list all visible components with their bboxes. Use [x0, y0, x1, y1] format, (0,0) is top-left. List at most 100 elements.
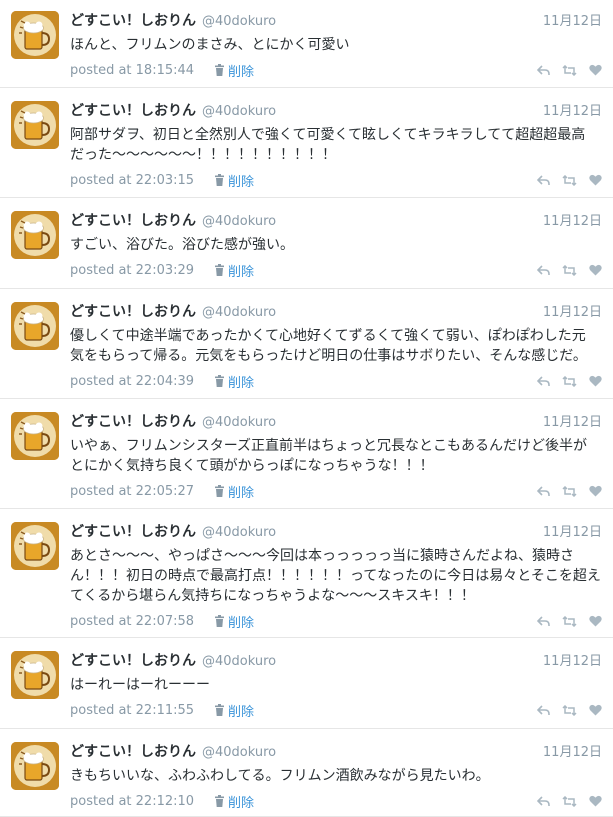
reply-icon[interactable]	[537, 704, 550, 716]
tweet-text-line: てくるから堪らん気持ちになっちゃうよな〜〜〜スキスキ！！！	[70, 588, 475, 604]
user-handle[interactable]: @40dokuro	[202, 104, 276, 119]
user-handle[interactable]: @40dokuro	[202, 214, 276, 229]
user-name[interactable]: どすこい！しおりん	[70, 210, 196, 230]
heart-icon[interactable]	[589, 64, 602, 76]
tweet-footer: posted at 22:04:39 削除	[70, 372, 602, 391]
tweet-date[interactable]: 11月12日	[543, 411, 602, 430]
user-handle[interactable]: @40dokuro	[202, 415, 276, 430]
avatar[interactable]	[11, 522, 59, 570]
delete-button[interactable]: 削除	[214, 792, 254, 811]
posted-time: posted at 22:11:55	[70, 702, 195, 718]
trash-icon	[214, 795, 228, 807]
delete-button[interactable]: 削除	[214, 261, 254, 280]
tweet-text-line: きもちいいな、ふわふわしてる。フリムン酒飲みながら見たいわ。	[70, 768, 490, 784]
tweet-footer: posted at 22:03:15 削除	[70, 171, 602, 190]
delete-label: 削除	[228, 615, 255, 631]
heart-icon[interactable]	[589, 615, 602, 627]
tweet-text-line: 優しくて中途半端であったかくて心地好くてずるくて強くて弱い、ぽわぽわした元	[70, 328, 586, 344]
user-handle[interactable]: @40dokuro	[202, 14, 276, 29]
delete-button[interactable]: 削除	[214, 612, 254, 631]
retweet-icon[interactable]	[562, 174, 577, 186]
tweet-date[interactable]: 11月12日	[543, 10, 602, 29]
user-handle[interactable]: @40dokuro	[202, 745, 276, 760]
avatar[interactable]	[11, 742, 59, 790]
delete-button[interactable]: 削除	[214, 482, 254, 501]
user-handle[interactable]: @40dokuro	[202, 525, 276, 540]
trash-icon	[214, 485, 228, 497]
tweet-date[interactable]: 11月12日	[543, 741, 602, 760]
retweet-icon[interactable]	[562, 615, 577, 627]
user-name[interactable]: どすこい！しおりん	[70, 521, 196, 541]
tweet-date[interactable]: 11月12日	[543, 521, 602, 540]
tweet-feed: どすこい！しおりん @40dokuro 11月12日 ほんと、フリムンのまさみ、とにか…	[0, 0, 613, 817]
tweet-text-line: とにかく気持ち良くて頭がからっぽになっちゃうな！！！	[70, 458, 434, 474]
reply-icon[interactable]	[537, 615, 550, 627]
tweet-footer: posted at 22:05:27 削除	[70, 482, 602, 501]
tweet-footer: posted at 22:03:29 削除	[70, 261, 602, 280]
tweet-text: きもちいいな、ふわふわしてる。フリムン酒飲みながら見たいわ。	[70, 766, 605, 786]
avatar[interactable]	[11, 651, 59, 699]
reply-icon[interactable]	[537, 795, 550, 807]
avatar[interactable]	[11, 302, 59, 350]
user-handle[interactable]: @40dokuro	[202, 305, 276, 320]
tweet-item: どすこい！しおりん @40dokuro 11月12日きもちいいな、ふわふわしてる。フ…	[0, 731, 613, 817]
tweet-actions	[525, 264, 602, 276]
heart-icon[interactable]	[589, 485, 602, 497]
avatar[interactable]	[11, 211, 59, 259]
avatar[interactable]	[11, 412, 59, 460]
retweet-icon[interactable]	[562, 795, 577, 807]
posted-time: posted at 22:04:39	[70, 373, 195, 389]
delete-label: 削除	[228, 64, 255, 80]
delete-button[interactable]: 削除	[214, 372, 254, 391]
tweet-header: どすこい！しおりん @40dokuro 11月12日	[70, 10, 602, 30]
user-name[interactable]: どすこい！しおりん	[70, 100, 196, 120]
retweet-icon[interactable]	[562, 485, 577, 497]
avatar[interactable]	[11, 101, 59, 149]
user-name[interactable]: どすこい！しおりん	[70, 650, 196, 670]
tweet-footer: posted at 22:11:55 削除	[70, 701, 602, 720]
reply-icon[interactable]	[537, 264, 550, 276]
reply-icon[interactable]	[537, 64, 550, 76]
tweet-header: どすこい！しおりん @40dokuro 11月12日	[70, 650, 602, 670]
heart-icon[interactable]	[589, 795, 602, 807]
tweet-date[interactable]: 11月12日	[543, 650, 602, 669]
tweet-date[interactable]: 11月12日	[543, 100, 602, 119]
heart-icon[interactable]	[589, 375, 602, 387]
tweet-date[interactable]: 11月12日	[543, 210, 602, 229]
heart-icon[interactable]	[589, 174, 602, 186]
delete-button[interactable]: 削除	[214, 701, 254, 720]
user-name[interactable]: どすこい！しおりん	[70, 10, 196, 30]
user-name[interactable]: どすこい！しおりん	[70, 301, 196, 321]
tweet-date[interactable]: 11月12日	[543, 301, 602, 320]
tweet-header: どすこい！しおりん @40dokuro 11月12日	[70, 411, 602, 431]
tweet-item: どすこい！しおりん @40dokuro 11月12日すごい、浴びた。浴びた感が強い。…	[0, 200, 613, 289]
heart-icon[interactable]	[589, 704, 602, 716]
delete-label: 削除	[228, 174, 255, 190]
tweet-item: どすこい！しおりん @40dokuro 11月12日 ほんと、フリムンのまさみ、とにか…	[0, 0, 613, 88]
tweet-text-line: いやぁ、フリムンシスターズ正直前半はちょっと冗長なとこもあるんだけど後半が	[70, 438, 588, 454]
heart-icon[interactable]	[589, 264, 602, 276]
retweet-icon[interactable]	[562, 64, 577, 76]
reply-icon[interactable]	[537, 375, 550, 387]
tweet-text: すごい、浴びた。浴びた感が強い。	[70, 235, 605, 255]
reply-icon[interactable]	[537, 174, 550, 186]
delete-button[interactable]: 削除	[214, 61, 254, 80]
tweet-footer: posted at 18:15:44 削除	[70, 61, 602, 80]
retweet-icon[interactable]	[562, 704, 577, 716]
tweet-item: どすこい！しおりん @40dokuro 11月12日 あとさ〜〜〜、やっぱさ〜〜〜今回…	[0, 511, 613, 638]
tweet-actions	[525, 174, 602, 186]
retweet-icon[interactable]	[562, 264, 577, 276]
trash-icon	[214, 64, 228, 76]
user-handle[interactable]: @40dokuro	[202, 654, 276, 669]
posted-time: posted at 22:07:58	[70, 613, 195, 629]
delete-button[interactable]: 削除	[214, 171, 254, 190]
tweet-text: いやぁ、フリムンシスターズ正直前半はちょっと冗長なとこもあるんだけど後半が とにか…	[70, 436, 605, 476]
tweet-item: どすこい！しおりん @40dokuro 11月12日 はーれーはーれーーー posted…	[0, 640, 613, 729]
tweet-actions	[525, 795, 602, 807]
reply-icon[interactable]	[537, 485, 550, 497]
user-name[interactable]: どすこい！しおりん	[70, 411, 196, 431]
user-name[interactable]: どすこい！しおりん	[70, 741, 196, 761]
avatar[interactable]	[11, 11, 59, 59]
tweet-header: どすこい！しおりん @40dokuro 11月12日	[70, 100, 602, 120]
retweet-icon[interactable]	[562, 375, 577, 387]
